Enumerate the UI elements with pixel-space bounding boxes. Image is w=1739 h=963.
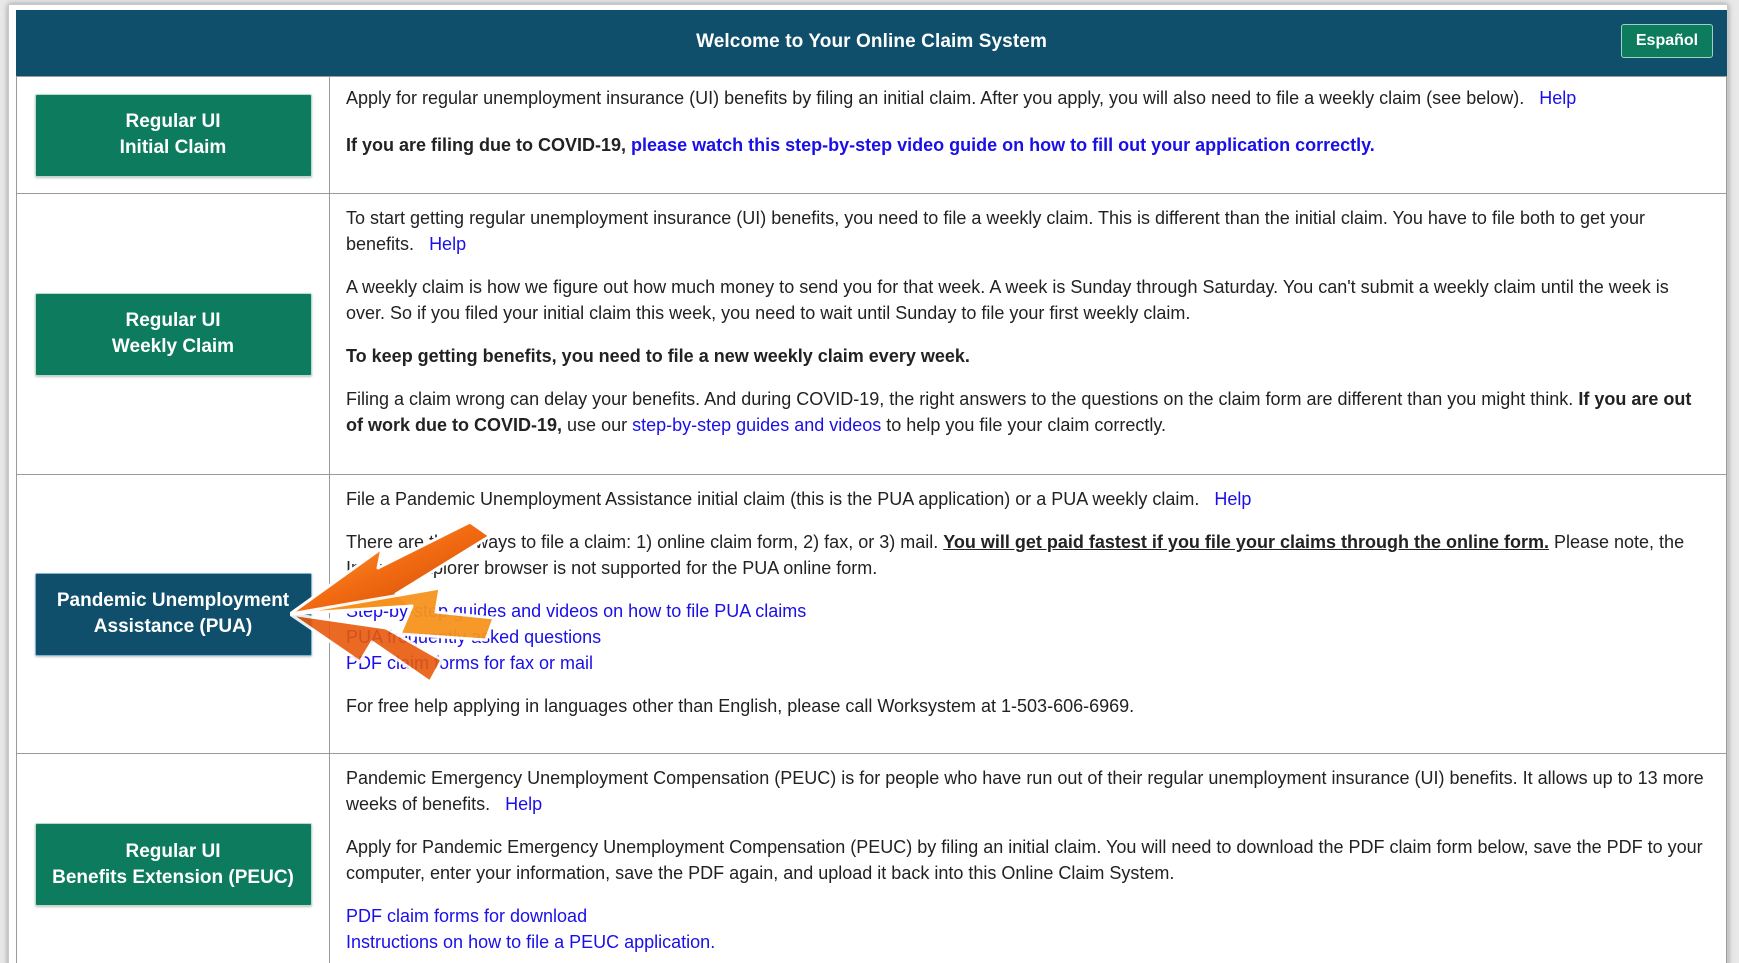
button-label-line2: Weekly Claim (111, 336, 235, 357)
page-title: Welcome to Your Online Claim System (696, 31, 1047, 52)
methods-text: There are three ways to file a claim: 1)… (346, 532, 939, 552)
description-text: To start getting regular unemployment in… (346, 208, 1646, 254)
weekly-claim-description: To start getting regular unemployment in… (346, 205, 1710, 257)
button-cell: Regular UI Initial Claim (16, 76, 330, 194)
button-label-line1: Pandemic Unemployment (56, 590, 290, 611)
espanol-button[interactable]: Español (1621, 24, 1713, 58)
pua-filing-methods: There are three ways to file a claim: 1)… (346, 529, 1710, 581)
pua-faq-link[interactable]: PUA frequently asked questions (346, 627, 601, 647)
video-guide-link[interactable]: please watch this step-by-step video gui… (631, 135, 1375, 155)
weekly-claim-help-link[interactable]: Help (429, 234, 466, 254)
claim-options-table: Regular UI Initial Claim Apply for regul… (16, 76, 1727, 963)
initial-claim-description: Apply for regular unemployment insurance… (346, 85, 1710, 111)
button-label-line2: Initial Claim (119, 137, 227, 158)
button-label-line2: Assistance (PUA) (93, 616, 253, 637)
weekly-claim-covid-note: Filing a claim wrong can delay your bene… (346, 386, 1710, 438)
table-row-peuc: Regular UI Benefits Extension (PEUC) Pan… (16, 753, 1727, 963)
button-label-line1: Regular UI (125, 310, 221, 331)
covid-lead-text: If you are filing due to COVID-19, (346, 135, 627, 155)
note-text: to help you file your claim correctly. (886, 415, 1167, 435)
pua-help-link[interactable]: Help (1214, 489, 1251, 509)
note-text: use our (567, 415, 628, 435)
pua-links-list: Step-by-step guides and videos on how to… (346, 598, 1710, 676)
pua-description: File a Pandemic Unemployment Assistance … (346, 486, 1710, 512)
table-row-initial-claim: Regular UI Initial Claim Apply for regul… (16, 76, 1727, 194)
peuc-links-list: PDF claim forms for download Instruction… (346, 903, 1710, 955)
table-row-weekly-claim: Regular UI Weekly Claim To start getting… (16, 193, 1727, 475)
regular-ui-initial-claim-button[interactable]: Regular UI Initial Claim (34, 93, 312, 177)
note-text: Filing a claim wrong can delay your bene… (346, 389, 1574, 409)
pua-button[interactable]: Pandemic Unemployment Assistance (PUA) (34, 572, 312, 656)
button-label-line1: Regular UI (125, 111, 221, 132)
weekly-claim-reminder: To keep getting benefits, you need to fi… (346, 346, 970, 366)
peuc-instructions-link[interactable]: Instructions on how to file a PEUC appli… (346, 932, 715, 952)
button-cell: Pandemic Unemployment Assistance (PUA) (16, 474, 330, 754)
button-label-line2: Benefits Extension (PEUC) (52, 866, 294, 888)
description-text: Apply for regular unemployment insurance… (346, 88, 1525, 108)
description-cell: Apply for regular unemployment insurance… (329, 76, 1727, 194)
peuc-button[interactable]: Regular UI Benefits Extension (PEUC) (34, 823, 312, 906)
pua-guides-link[interactable]: Step-by-step guides and videos on how to… (346, 601, 806, 621)
button-cell: Regular UI Weekly Claim (16, 193, 330, 475)
peuc-help-link[interactable]: Help (505, 794, 542, 814)
language-help-note: For free help applying in languages othe… (346, 696, 1135, 716)
peuc-description: Pandemic Emergency Unemployment Compensa… (346, 765, 1710, 817)
regular-ui-weekly-claim-button[interactable]: Regular UI Weekly Claim (34, 292, 312, 376)
fastest-note: You will get paid fastest if you file yo… (943, 532, 1549, 552)
description-cell: Pandemic Emergency Unemployment Compensa… (329, 753, 1727, 963)
table-row-pua: Pandemic Unemployment Assistance (PUA) F… (16, 474, 1727, 754)
description-cell: To start getting regular unemployment in… (329, 193, 1727, 475)
step-by-step-guides-link[interactable]: step-by-step guides and videos (632, 415, 881, 435)
description-text: Pandemic Emergency Unemployment Compensa… (346, 768, 1704, 814)
description-cell: File a Pandemic Unemployment Assistance … (329, 474, 1727, 754)
peuc-pdf-download-link[interactable]: PDF claim forms for download (346, 906, 587, 926)
description-text: File a Pandemic Unemployment Assistance … (346, 489, 1200, 509)
weekly-claim-explanation: A weekly claim is how we figure out how … (346, 277, 1669, 323)
pua-pdf-forms-link[interactable]: PDF claim forms for fax or mail (346, 653, 593, 673)
covid-notice: If you are filing due to COVID-19, pleas… (346, 132, 1710, 158)
page-header: Welcome to Your Online Claim System Espa… (16, 10, 1727, 76)
button-label-line1: Regular UI (125, 840, 221, 862)
initial-claim-help-link[interactable]: Help (1539, 88, 1576, 108)
button-cell: Regular UI Benefits Extension (PEUC) (16, 753, 330, 963)
peuc-instructions: Apply for Pandemic Emergency Unemploymen… (346, 837, 1703, 883)
